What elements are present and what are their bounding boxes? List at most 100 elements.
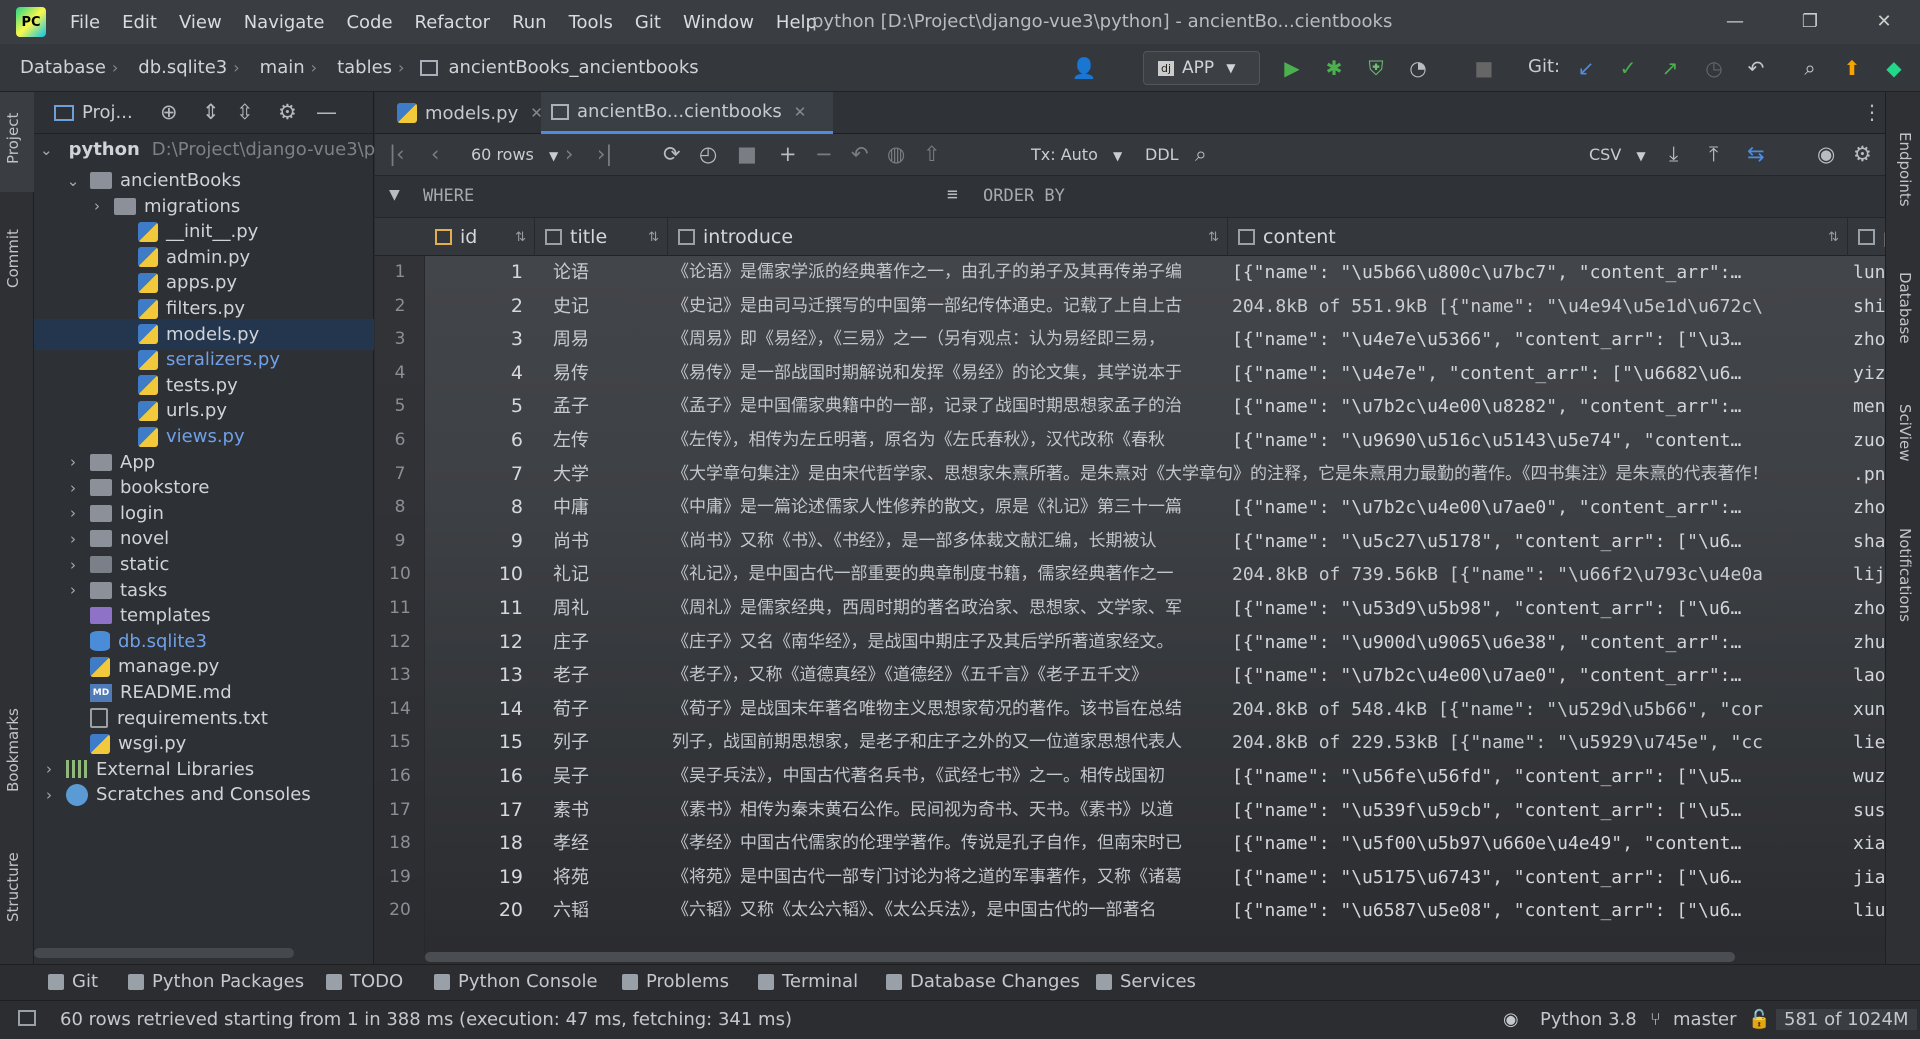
cell-introduce[interactable]: 《孟子》是中国儒家典籍中的一部，记录了战国时期思想家孟子的治 — [668, 390, 1228, 424]
cell-id[interactable]: 14 — [425, 693, 531, 727]
cell-title[interactable]: 大学 — [535, 458, 665, 492]
chevron-right-icon[interactable]: › — [40, 786, 58, 804]
breadcrumb-item[interactable]: main — [260, 57, 305, 78]
cell-title[interactable]: 荀子 — [535, 693, 665, 727]
menu-edit[interactable]: Edit — [122, 12, 157, 33]
endpoints-tool-tab[interactable]: Endpoints — [1896, 132, 1914, 207]
tool-window-git[interactable]: Git — [48, 971, 98, 992]
cell-title[interactable]: 史记 — [535, 290, 665, 324]
profile-icon[interactable]: ◔ — [1404, 54, 1432, 82]
row-number[interactable]: 18 — [375, 827, 425, 861]
submit-icon[interactable]: ⇧ — [923, 142, 941, 166]
cell-content[interactable]: [{"name": "\u7b2c\u4e00\u7ae0", "content… — [1228, 659, 1848, 693]
table-row[interactable]: 16 16 吴子 《吴子兵法》，中国古代著名兵书，《武经七书》之一。相传战国初 [{"n… — [375, 760, 1920, 794]
cancel-query-icon[interactable]: ■ — [737, 142, 757, 166]
column-header-id[interactable]: id ⇅ — [425, 218, 535, 256]
table-row[interactable]: 6 6 左传 《左传》，相传为左丘明著，原名为《左氏春秋》，汉代改称《春秋 [{"nam… — [375, 424, 1920, 458]
git-push-icon[interactable]: ↗ — [1656, 54, 1684, 82]
column-header-title[interactable]: title ⇅ — [535, 218, 668, 256]
cell-id[interactable]: 1 — [425, 256, 531, 290]
first-page-icon[interactable]: |‹ — [389, 142, 404, 166]
cell-content[interactable]: [{"name": "\u7b2c\u4e00\u8282", "content… — [1228, 390, 1848, 424]
cell-content[interactable]: [{"name": "\u56fe\u56fd", "content_arr":… — [1228, 760, 1848, 794]
tool-window-terminal[interactable]: Terminal — [758, 971, 858, 992]
chevron-right-icon[interactable]: › — [64, 581, 82, 599]
menu-file[interactable]: File — [70, 12, 100, 33]
cell-introduce[interactable]: 《中庸》是一篇论述儒家人性修养的散文，原是《礼记》第三十一篇 — [668, 491, 1228, 525]
cell-title[interactable]: 老子 — [535, 659, 665, 693]
cell-id[interactable]: 18 — [425, 827, 531, 861]
cell-id[interactable]: 12 — [425, 626, 531, 660]
commit-tool-tab[interactable]: Commit — [4, 229, 22, 288]
run-config-select[interactable]: dj APP ▼ — [1143, 51, 1260, 85]
project-tool-tab[interactable]: Project — [4, 113, 22, 164]
cell-id[interactable]: 3 — [425, 323, 531, 357]
row-number[interactable]: 13 — [375, 659, 425, 693]
cell-id[interactable]: 8 — [425, 491, 531, 525]
history-icon[interactable]: ◷ — [1700, 54, 1728, 82]
restore-icon[interactable]: ❐ — [1790, 6, 1830, 38]
close-icon[interactable]: ✕ — [794, 103, 807, 121]
tool-window-python-console[interactable]: Python Console — [434, 971, 598, 992]
cell-id[interactable]: 5 — [425, 390, 531, 424]
panel-toggle-icon[interactable] — [18, 1010, 36, 1026]
cell-id[interactable]: 7 — [425, 458, 531, 492]
chevron-right-icon[interactable]: › — [64, 530, 82, 548]
compare-icon[interactable]: ⇆ — [1747, 142, 1765, 166]
table-row[interactable]: 19 19 将苑 《将苑》是中国古代一部专门讨论为将之道的军事著作，又称《诸葛 [{"n… — [375, 861, 1920, 895]
cell-content[interactable]: [{"name": "\u6587\u5e08", "content_arr":… — [1228, 894, 1848, 928]
revert-icon[interactable]: ↶ — [851, 142, 869, 166]
row-number[interactable]: 12 — [375, 626, 425, 660]
cell-content[interactable]: 204.8kB of 548.4kB [{"name": "\u529d\u5b… — [1228, 693, 1848, 727]
cell-id[interactable]: 10 — [425, 558, 531, 592]
rows-select[interactable]: 60 rows ▼ — [471, 145, 558, 164]
cell-content[interactable]: [{"name": "\u7b2c\u4e00\u7ae0", "content… — [1228, 491, 1848, 525]
cell-content[interactable]: [{"name": "\u5175\u6743", "content_arr":… — [1228, 861, 1848, 895]
cell-introduce[interactable]: 《尚书》又称《书》、《书经》，是一部多体裁文献汇编，长期被认 — [668, 525, 1228, 559]
collapse-all-icon[interactable]: ⇳ — [236, 100, 254, 124]
row-number[interactable]: 4 — [375, 357, 425, 391]
git-branch[interactable]: master — [1673, 1009, 1736, 1030]
cell-introduce[interactable]: 《庄子》又名《南华经》，是战国中期庄子及其后学所著道家经文。 — [668, 626, 1228, 660]
gear-icon[interactable]: ⚙ — [278, 100, 297, 124]
refresh-icon[interactable]: ⟳ — [663, 142, 681, 166]
table-row[interactable]: 8 8 中庸 《中庸》是一篇论述儒家人性修养的散文，原是《礼记》第三十一篇 [{"nam… — [375, 491, 1920, 525]
tool-window-database-changes[interactable]: Database Changes — [886, 971, 1080, 992]
sort-arrows-icon[interactable]: ⇅ — [1208, 230, 1219, 245]
table-row[interactable]: 13 13 老子 《老子》，又称《道德真经》《道德经》《五千言》《老子五千文》 [{"n… — [375, 659, 1920, 693]
chevron-right-icon[interactable]: › — [64, 453, 82, 471]
cell-introduce[interactable]: 《史记》是由司马迁撰写的中国第一部纪传体通史。记载了上自上古 — [668, 290, 1228, 324]
import-icon[interactable]: ⤒ — [1709, 142, 1718, 167]
update-icon[interactable]: ⬆ — [1838, 54, 1866, 82]
debug-icon[interactable]: ✱ — [1320, 54, 1348, 82]
search-icon[interactable]: ⌕ — [1796, 54, 1824, 82]
sort-arrows-icon[interactable]: ⇅ — [1828, 230, 1839, 245]
cell-introduce[interactable]: 《大学章句集注》是由宋代哲学家、思想家朱熹所著。是朱熹对《大学章句》的注释，它是… — [668, 458, 1848, 492]
close-icon[interactable]: ✕ — [1864, 6, 1904, 38]
table-row[interactable]: 4 4 易传 《易传》是一部战国时期解说和发挥《易经》的论文集，其学说本于 [{"nam… — [375, 357, 1920, 391]
chevron-down-icon[interactable]: ⌄ — [64, 172, 82, 190]
cell-title[interactable]: 列子 — [535, 726, 665, 760]
cell-content[interactable]: [{"name": "\u539f\u59cb", "content_arr":… — [1228, 794, 1848, 828]
row-number[interactable]: 19 — [375, 861, 425, 895]
menu-refactor[interactable]: Refactor — [415, 12, 491, 33]
sort-arrows-icon[interactable]: ⇅ — [648, 230, 659, 245]
chevron-right-icon[interactable]: › — [64, 556, 82, 574]
menu-run[interactable]: Run — [512, 12, 547, 33]
coverage-icon[interactable]: ⛨ — [1362, 54, 1390, 82]
export-format-select[interactable]: CSV ▼ — [1589, 145, 1646, 164]
query-history-icon[interactable]: ◴ — [699, 142, 717, 166]
tab-models-py[interactable]: models.py ✕ — [387, 92, 553, 134]
breadcrumb-item[interactable]: ancientBooks_ancientbooks — [448, 57, 698, 78]
cell-content[interactable]: [{"name": "\u5b66\u800c\u7bc7", "content… — [1228, 256, 1848, 290]
cell-introduce[interactable]: 《吴子兵法》，中国古代著名兵书，《武经七书》之一。相传战国初 — [668, 760, 1228, 794]
menu-git[interactable]: Git — [635, 12, 661, 33]
column-header-introduce[interactable]: introduce ⇅ — [668, 218, 1228, 256]
minimize-icon[interactable]: — — [1715, 6, 1755, 38]
tool-window-python-packages[interactable]: Python Packages — [128, 971, 304, 992]
breadcrumb-item[interactable]: db.sqlite3 — [138, 57, 227, 78]
chevron-right-icon[interactable]: › — [64, 504, 82, 522]
cell-id[interactable]: 15 — [425, 726, 531, 760]
cell-title[interactable]: 将苑 — [535, 861, 665, 895]
menu-code[interactable]: Code — [346, 12, 392, 33]
